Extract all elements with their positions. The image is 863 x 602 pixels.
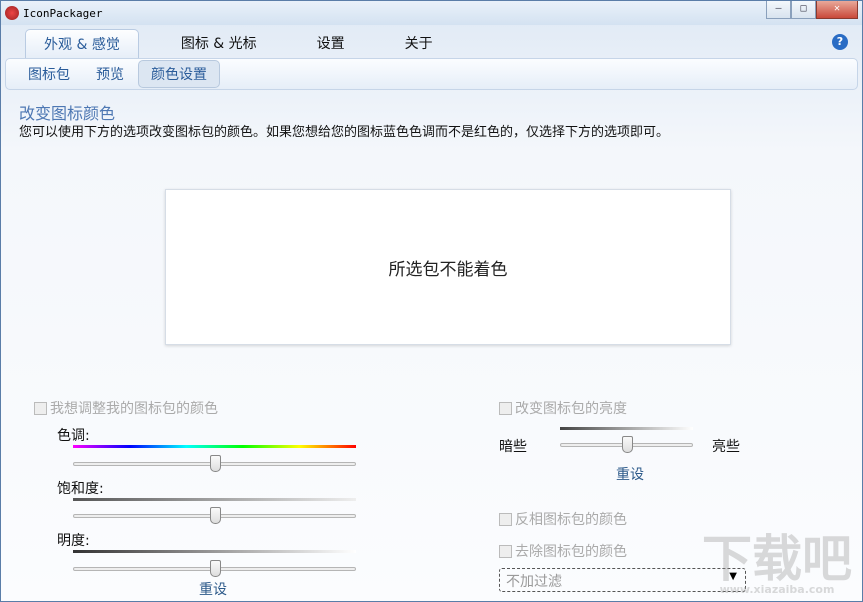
lightness-label: 明度: [57,530,90,550]
lighter-label: 亮些 [712,436,740,456]
preview-panel: 所选包不能着色 [165,189,731,345]
brightness-gradient [560,427,693,430]
minimize-button[interactable]: – [766,1,791,19]
checkbox-icon [34,402,47,415]
preview-text: 所选包不能着色 [389,255,508,280]
hue-gradient [73,445,356,448]
window-title: IconPackager [23,7,102,20]
watermark-text: 下载吧 [702,530,852,588]
subtab-color-settings[interactable]: 颜色设置 [138,60,220,88]
darker-label: 暗些 [499,436,527,456]
sub-tabs: 图标包 预览 颜色设置 [5,58,858,90]
watermark-url: www.xiazaiba.com [702,584,852,595]
brightness-label: 改变图标包的亮度 [515,398,627,418]
lightness-gradient [73,550,356,553]
brightness-reset-button[interactable]: 重设 [616,464,644,484]
tab-icons-cursors[interactable]: 图标 & 光标 [163,29,275,58]
lightness-slider-thumb[interactable] [210,560,221,577]
checkbox-icon [499,545,512,558]
app-icon [5,6,19,20]
close-button[interactable]: ✕ [816,1,858,19]
brightness-slider-thumb[interactable] [622,436,633,453]
hue-label: 色调: [57,425,90,445]
saturation-slider-thumb[interactable] [210,507,221,524]
tab-settings[interactable]: 设置 [299,29,363,58]
help-icon[interactable]: ? [832,34,848,50]
colorize-reset-button[interactable]: 重设 [199,579,227,599]
window: IconPackager – □ ✕ 外观 & 感觉 图标 & 光标 设置 关于… [0,0,863,602]
checkbox-icon [499,402,512,415]
brightness-checkbox[interactable]: 改变图标包的亮度 [499,398,627,418]
saturation-gradient [73,498,356,501]
colorize-label: 我想调整我的图标包的颜色 [50,398,218,418]
watermark: 下载吧www.xiazaiba.com [702,534,852,595]
page-description: 您可以使用下方的选项改变图标包的颜色。如果您想给您的图标蓝色色调而不是红色的，仅… [19,121,669,140]
saturation-label: 饱和度: [57,478,104,498]
tab-about[interactable]: 关于 [387,29,451,58]
main-tabs: 外观 & 感觉 图标 & 光标 设置 关于 [25,29,475,58]
tab-look-and-feel[interactable]: 外观 & 感觉 [25,29,139,58]
checkbox-icon [499,513,512,526]
filter-selected: 不加过滤 [506,574,562,590]
remove-color-checkbox[interactable]: 去除图标包的颜色 [499,541,627,561]
subtab-preview[interactable]: 预览 [84,61,136,87]
remove-color-label: 去除图标包的颜色 [515,541,627,561]
colorize-checkbox[interactable]: 我想调整我的图标包的颜色 [34,398,218,418]
title-bar: IconPackager – □ ✕ [1,1,862,25]
invert-checkbox[interactable]: 反相图标包的颜色 [499,509,627,529]
maximize-button[interactable]: □ [791,1,816,19]
invert-label: 反相图标包的颜色 [515,509,627,529]
hue-slider-thumb[interactable] [210,455,221,472]
subtab-icon-packages[interactable]: 图标包 [16,61,82,87]
